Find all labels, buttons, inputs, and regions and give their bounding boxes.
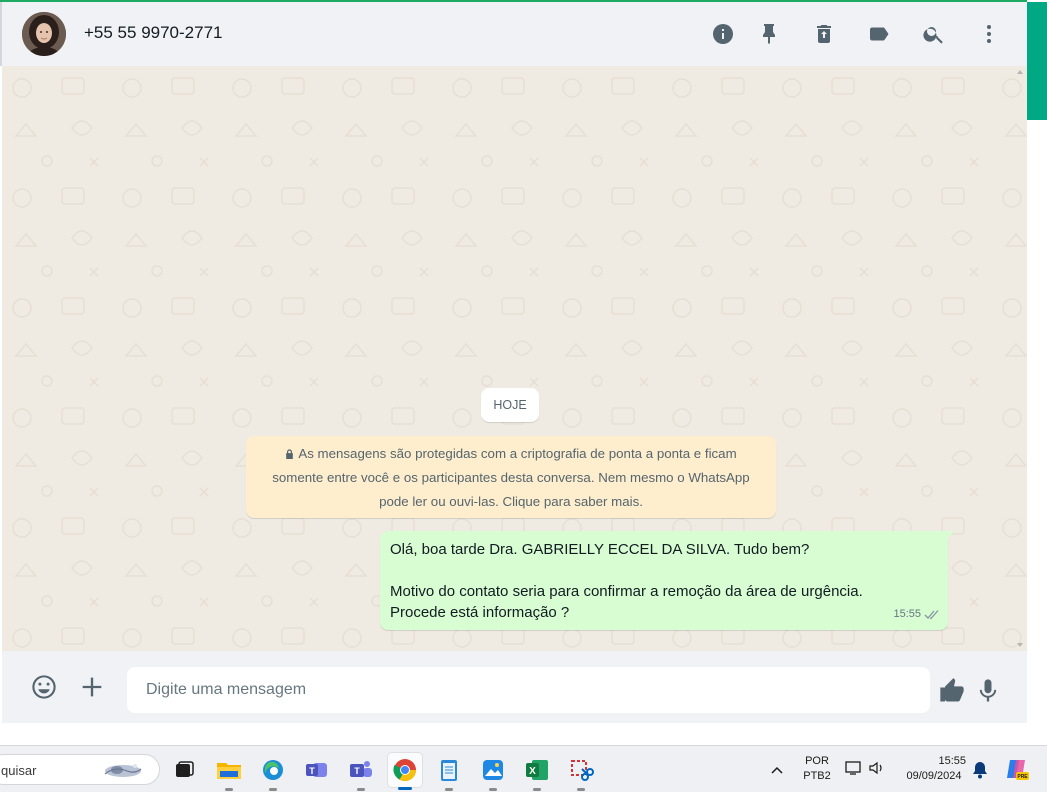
teams-icon: T	[306, 763, 327, 777]
double-check-icon	[924, 610, 939, 620]
message-meta: 15:55	[893, 604, 940, 625]
taskbar-chrome[interactable]	[387, 752, 423, 790]
clock-time: 15:55	[938, 755, 966, 767]
contact-avatar[interactable]	[22, 12, 66, 56]
search-icon[interactable]	[921, 21, 947, 47]
message-input-box[interactable]	[127, 667, 930, 713]
conversation-panel: HOJE As mensagens são protegidas com a c…	[2, 66, 1027, 651]
taskbar-task-view[interactable]	[166, 752, 202, 788]
edge-icon	[263, 760, 283, 780]
emoji-icon[interactable]	[28, 671, 60, 703]
compose-bar	[2, 651, 1027, 723]
svg-text:PRE: PRE	[1017, 774, 1028, 780]
message-line: Olá, boa tarde Dra. GABRIELLY ECCEL DA S…	[390, 541, 810, 558]
keyboard-layout: PTB2	[803, 770, 831, 782]
encryption-notice[interactable]: As mensagens são protegidas com a cripto…	[246, 436, 776, 518]
window-scrollbar[interactable]	[1027, 0, 1047, 745]
task-view-icon	[176, 761, 194, 777]
thumbs-up-icon[interactable]	[936, 675, 968, 707]
chat-header: +55 55 9970-2771	[0, 2, 1027, 66]
taskbar-notepad[interactable]	[431, 752, 467, 791]
taskbar-teams-work[interactable]: T	[299, 752, 335, 788]
outgoing-message[interactable]: Olá, boa tarde Dra. GABRIELLY ECCEL DA S…	[380, 531, 948, 630]
excel-icon: X	[526, 760, 548, 780]
message-input[interactable]	[127, 667, 930, 713]
taskbar-snipping-tool[interactable]	[563, 752, 599, 791]
notepad-icon	[441, 760, 457, 781]
menu-icon[interactable]	[976, 21, 1002, 47]
input-language[interactable]: POR PTB2	[800, 754, 834, 784]
network-icon[interactable]	[845, 760, 863, 781]
label-icon[interactable]	[866, 21, 892, 47]
snipping-tool-icon	[571, 760, 594, 781]
attach-plus-icon[interactable]	[76, 671, 108, 703]
message-time: 15:55	[893, 608, 921, 620]
date-separator: HOJE	[481, 388, 539, 422]
whatsapp-window: +55 55 9970-2771 HOJE As mensagens são p…	[0, 0, 1047, 745]
chat-scroll-down-arrow[interactable]	[1017, 643, 1023, 647]
chrome-icon	[393, 759, 416, 781]
lock-icon	[286, 449, 294, 459]
windows-taskbar: quisar T T X POR PTB2 15:55 09/09/2024 P…	[0, 745, 1047, 792]
search-highlight-icon	[104, 764, 142, 777]
clock[interactable]: 15:55 09/09/2024	[898, 754, 970, 784]
info-icon[interactable]	[710, 21, 736, 47]
chevron-up-icon[interactable]	[770, 762, 784, 780]
taskbar-search-text: quisar	[1, 763, 37, 778]
window-bottom-area	[0, 723, 1027, 745]
volume-icon[interactable]	[868, 760, 886, 781]
svg-text:T: T	[309, 766, 315, 776]
teams-chat-icon: T	[350, 761, 372, 777]
clock-date: 09/09/2024	[906, 770, 962, 782]
scrollbar-thumb[interactable]	[1027, 2, 1047, 120]
taskbar-search-box[interactable]: quisar	[0, 754, 160, 785]
taskbar-photos[interactable]	[475, 752, 511, 791]
photos-icon	[483, 760, 503, 780]
svg-text:X: X	[529, 766, 536, 777]
notification-bell-icon[interactable]	[972, 761, 988, 784]
language-code: POR	[805, 755, 829, 767]
message-line: Motivo do contato seria para confirmar a…	[390, 583, 863, 600]
microphone-icon[interactable]	[972, 675, 1004, 707]
folder-icon	[217, 763, 241, 779]
delete-icon[interactable]	[811, 21, 837, 47]
pin-icon[interactable]	[756, 21, 782, 47]
svg-text:T: T	[354, 766, 360, 776]
encryption-notice-text: As mensagens são protegidas com a cripto…	[272, 446, 750, 509]
taskbar-teams[interactable]: T	[343, 752, 379, 791]
message-line: Procede está informação ?	[390, 604, 570, 621]
taskbar-edge[interactable]	[255, 752, 291, 791]
taskbar-excel[interactable]: X	[519, 752, 555, 791]
contact-name[interactable]: +55 55 9970-2771	[84, 23, 223, 43]
taskbar-file-explorer[interactable]	[211, 752, 247, 791]
copilot-icon[interactable]: PRE	[1004, 756, 1030, 787]
chat-scroll-up-arrow[interactable]	[1017, 70, 1023, 74]
